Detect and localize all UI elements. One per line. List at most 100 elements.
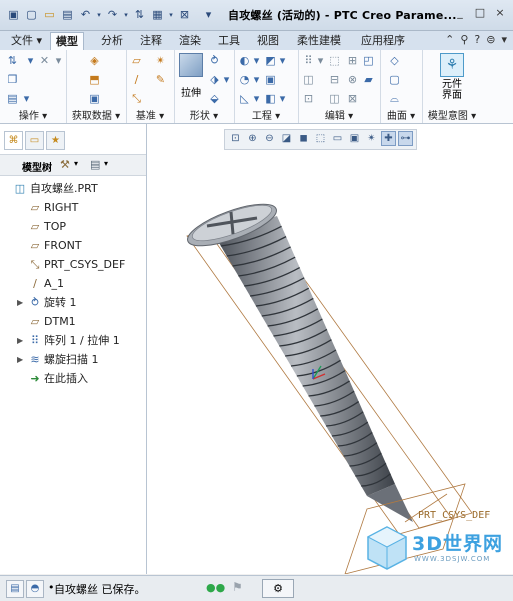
- offset-icon[interactable]: ◰: [362, 54, 375, 67]
- minimize-button[interactable]: _: [453, 6, 467, 20]
- selection-filter-button[interactable]: ⚙: [262, 579, 294, 598]
- component-interface-button[interactable]: ⚘ 元件界面: [432, 53, 472, 101]
- toggle-browser-icon[interactable]: ◓: [26, 580, 44, 598]
- tree-settings-icon[interactable]: ⚒: [60, 158, 70, 171]
- tab-render[interactable]: 渲染: [174, 32, 206, 49]
- paste-icon[interactable]: ▤: [6, 92, 19, 105]
- undo-dropdown-icon[interactable]: ▾: [96, 7, 102, 22]
- tree-item-axis[interactable]: ∕ A_1: [0, 275, 146, 293]
- tab-analysis[interactable]: 分析: [96, 32, 128, 49]
- extrude-button[interactable]: 拉伸: [177, 53, 205, 99]
- flag-icon[interactable]: ⚑: [232, 580, 243, 594]
- user-defined-feature-icon[interactable]: ◈: [88, 54, 101, 67]
- dropdown-icon[interactable]: ▾: [52, 54, 65, 67]
- ribbon-collapse-icon[interactable]: ⌃: [445, 33, 454, 46]
- tab-model[interactable]: 模型: [50, 32, 84, 50]
- expand-icon[interactable]: ▶: [17, 332, 23, 350]
- tree-item-insert-here[interactable]: ➜ 在此插入: [0, 370, 146, 388]
- point-icon[interactable]: ✴: [154, 54, 167, 67]
- boundary-blend-icon[interactable]: ▢: [388, 73, 401, 86]
- dropdown-icon[interactable]: ▾: [104, 159, 108, 168]
- dropdown-icon[interactable]: ▾: [220, 73, 233, 86]
- thicken-icon[interactable]: ▰: [362, 73, 375, 86]
- dropdown-icon[interactable]: ▾: [250, 54, 263, 67]
- merge-icon[interactable]: ⊞: [346, 54, 359, 67]
- blend-icon[interactable]: ⬙: [208, 92, 221, 105]
- tab-favorites[interactable]: ★: [46, 131, 65, 150]
- expand-icon[interactable]: ▶: [17, 351, 23, 369]
- axis-icon[interactable]: ∕: [130, 73, 143, 86]
- tab-flexible-modeling[interactable]: 柔性建模: [292, 32, 346, 49]
- tab-folder-browser[interactable]: ▭: [25, 131, 44, 150]
- dropdown-icon[interactable]: ▾: [276, 54, 289, 67]
- tree-item-front[interactable]: ▱ FRONT: [0, 237, 146, 255]
- app-icon[interactable]: ▣: [6, 7, 21, 22]
- dropdown-icon[interactable]: ▾: [276, 92, 289, 105]
- options-icon[interactable]: ⊜: [486, 33, 495, 46]
- dropdown-icon[interactable]: ▾: [74, 159, 78, 168]
- style-icon[interactable]: ⌓: [388, 92, 401, 105]
- dropdown-icon[interactable]: ▾: [314, 54, 327, 67]
- redo-icon[interactable]: ↷: [105, 7, 120, 22]
- show-icon[interactable]: ▤: [90, 158, 100, 171]
- regenerate-icon[interactable]: ⇅: [6, 54, 19, 67]
- windows-dropdown-icon[interactable]: ▾: [168, 7, 174, 22]
- dropdown-icon[interactable]: ▾: [250, 73, 263, 86]
- title-bar: ▣ ▢ ▭ ▤ ↶ ▾ ↷ ▾ ⇅ ▦ ▾ ⊠ ▾ 自攻螺丝 (活动的) - P…: [0, 0, 513, 31]
- shrinkwrap-icon[interactable]: ▣: [88, 92, 101, 105]
- shell-icon[interactable]: ▣: [264, 73, 277, 86]
- maximize-button[interactable]: □: [473, 6, 487, 20]
- tab-annotate[interactable]: 注释: [135, 32, 167, 49]
- open-folder-icon[interactable]: ▭: [42, 7, 57, 22]
- csys-icon: ⤡: [30, 258, 40, 271]
- close-button[interactable]: ×: [493, 6, 507, 20]
- tab-file[interactable]: 文件 ▾: [6, 32, 47, 49]
- search-icon[interactable]: ⚲: [460, 33, 468, 46]
- tab-view[interactable]: 视图: [252, 32, 284, 49]
- dropdown-icon[interactable]: ▾: [24, 54, 37, 67]
- tree-item-helical-sweep[interactable]: ▶ ≋ 螺旋扫描 1: [0, 351, 146, 369]
- fill-icon[interactable]: ◇: [388, 54, 401, 67]
- remove-icon[interactable]: ⊠: [346, 92, 359, 105]
- extend-icon[interactable]: ⬚: [328, 54, 341, 67]
- close-window-icon[interactable]: ⊠: [177, 7, 192, 22]
- options-dropdown-icon[interactable]: ▾: [501, 33, 507, 46]
- dropdown-icon[interactable]: ▾: [20, 92, 33, 105]
- trim-icon[interactable]: ⊟: [328, 73, 341, 86]
- expand-icon[interactable]: ▶: [17, 294, 23, 312]
- tree-item-revolve[interactable]: ▶ ⥁ 旋转 1: [0, 294, 146, 312]
- windows-icon[interactable]: ▦: [150, 7, 165, 22]
- new-file-icon[interactable]: ▢: [24, 7, 39, 22]
- help-icon[interactable]: ?: [474, 33, 480, 46]
- dropdown-icon[interactable]: ▾: [250, 92, 263, 105]
- copy-geometry-icon[interactable]: ⬒: [88, 73, 101, 86]
- copy-icon[interactable]: ❐: [6, 73, 19, 86]
- revolve-icon[interactable]: ⥁: [208, 54, 221, 67]
- tree-item-right[interactable]: ▱ RIGHT: [0, 199, 146, 217]
- redo-dropdown-icon[interactable]: ▾: [123, 7, 129, 22]
- mirror-icon[interactable]: ◫: [302, 73, 315, 86]
- tab-model-tree[interactable]: ⌘: [4, 131, 23, 150]
- intersect-icon[interactable]: ⊗: [346, 73, 359, 86]
- undo-icon[interactable]: ↶: [78, 7, 93, 22]
- delete-icon[interactable]: ✕: [38, 54, 51, 67]
- regenerate-icon[interactable]: ⇅: [132, 7, 147, 22]
- navigator-panel: ⌘ ▭ ★ 模型树 ⚒ ▾ ▤ ▾ ◫ 自攻螺丝.PRT ▱ RIGHT ▱ T…: [0, 124, 147, 574]
- solidify-icon[interactable]: ◫: [328, 92, 341, 105]
- toggle-navigator-icon[interactable]: ▤: [6, 580, 24, 598]
- customize-qat-icon[interactable]: ▾: [201, 7, 216, 22]
- tree-item-csys[interactable]: ⤡ PRT_CSYS_DEF: [0, 256, 146, 274]
- tree-item-top[interactable]: ▱ TOP: [0, 218, 146, 236]
- tree-item-part[interactable]: ◫ 自攻螺丝.PRT: [0, 180, 146, 198]
- sketch-icon[interactable]: ✎: [154, 73, 167, 86]
- tree-item-pattern[interactable]: ▶ ⠿ 阵列 1 / 拉伸 1: [0, 332, 146, 350]
- plane-icon[interactable]: ▱: [130, 54, 143, 67]
- tab-applications[interactable]: 应用程序: [356, 32, 410, 49]
- quick-access-toolbar: ▣ ▢ ▭ ▤ ↶ ▾ ↷ ▾ ⇅ ▦ ▾ ⊠ ▾: [6, 7, 216, 22]
- ribbon-tabs: 文件 ▾ 模型 分析 注释 渲染 工具 视图 柔性建模 应用程序 ⌃ ⚲ ? ⊜…: [0, 31, 513, 51]
- tree-item-dtm1[interactable]: ▱ DTM1: [0, 313, 146, 331]
- tab-tools[interactable]: 工具: [213, 32, 245, 49]
- save-icon[interactable]: ▤: [60, 7, 75, 22]
- project-icon[interactable]: ⊡: [302, 92, 315, 105]
- csys-icon[interactable]: ⤡: [130, 92, 143, 105]
